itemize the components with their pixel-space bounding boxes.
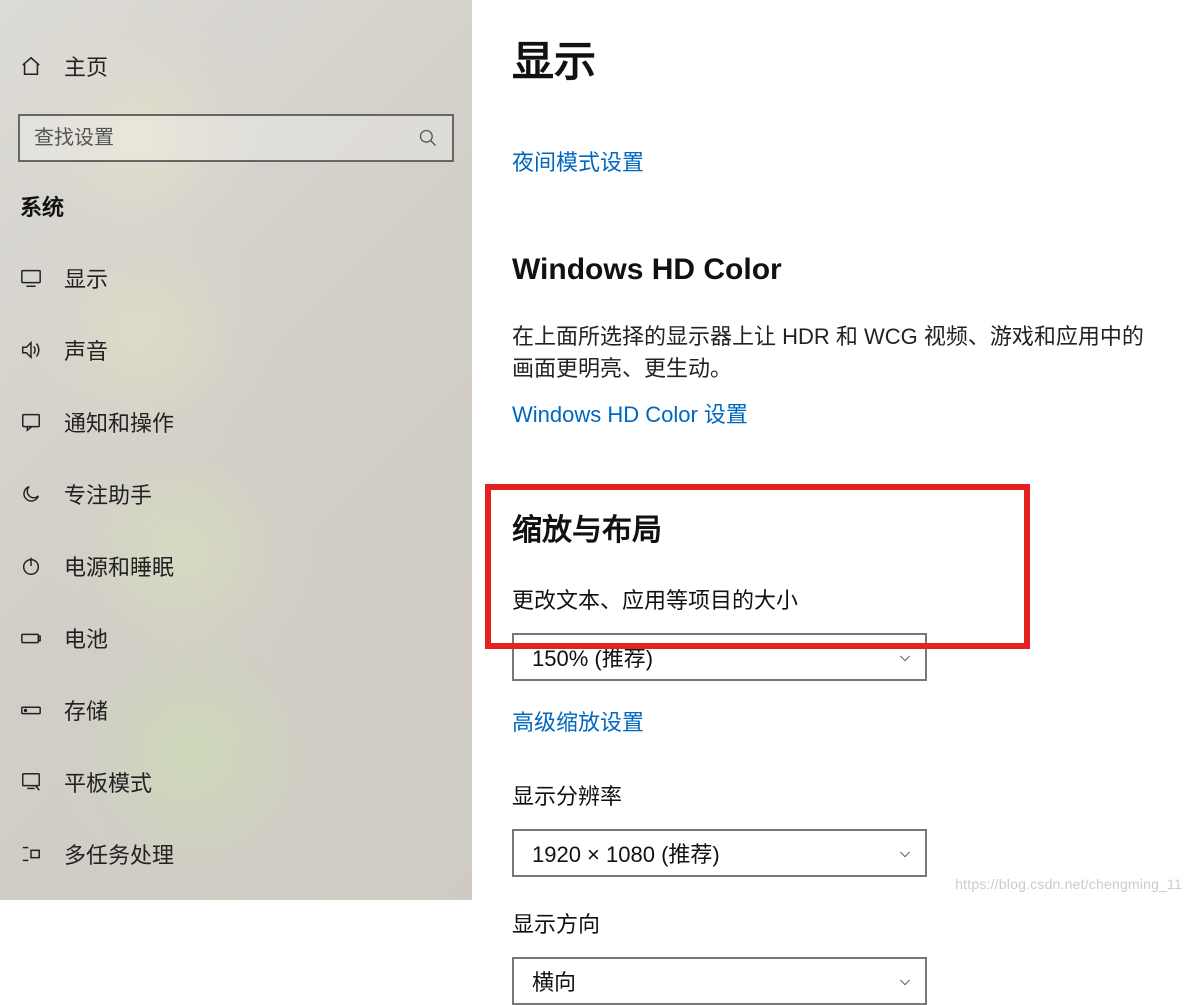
- sidebar-item-label: 声音: [64, 334, 108, 366]
- orientation-value: 横向: [532, 965, 576, 997]
- text-size-dropdown[interactable]: 150% (推荐): [512, 633, 927, 681]
- hd-color-heading: Windows HD Color: [512, 253, 1146, 287]
- search-input[interactable]: [34, 127, 418, 150]
- sidebar-item-notifications[interactable]: 通知和操作: [0, 386, 472, 458]
- page-title: 显示: [512, 28, 1146, 89]
- sidebar-item-power-sleep[interactable]: 电源和睡眠: [0, 530, 472, 602]
- sidebar-item-label: 电源和睡眠: [64, 550, 174, 582]
- section-title: 系统: [0, 186, 472, 242]
- tablet-icon: [20, 771, 42, 793]
- orientation-label: 显示方向: [512, 907, 1146, 939]
- sidebar-item-label: 通知和操作: [64, 406, 174, 438]
- home-nav[interactable]: 主页: [0, 48, 472, 84]
- sidebar-item-label: 存储: [64, 694, 108, 726]
- search-input-container[interactable]: [18, 114, 454, 162]
- sidebar-item-label: 多任务处理: [64, 838, 174, 870]
- main-content: 显示 夜间模式设置 Windows HD Color 在上面所选择的显示器上让 …: [472, 0, 1186, 900]
- resolution-value: 1920 × 1080 (推荐): [532, 837, 720, 869]
- chevron-down-icon: [897, 846, 911, 860]
- home-icon: [20, 55, 42, 77]
- sidebar-item-label: 显示: [64, 262, 108, 294]
- sidebar-item-battery[interactable]: 电池: [0, 602, 472, 674]
- search-icon: [418, 128, 438, 148]
- watermark: https://blog.csdn.net/chengming_11: [955, 876, 1182, 892]
- sidebar-item-storage[interactable]: 存储: [0, 674, 472, 746]
- hd-color-description: 在上面所选择的显示器上让 HDR 和 WCG 视频、游戏和应用中的画面更明亮、更…: [512, 321, 1146, 385]
- text-size-value: 150% (推荐): [532, 641, 653, 673]
- home-label: 主页: [64, 50, 108, 82]
- sidebar-item-label: 平板模式: [64, 766, 152, 798]
- storage-icon: [20, 699, 42, 721]
- monitor-icon: [20, 267, 42, 289]
- hd-color-link[interactable]: Windows HD Color 设置: [512, 397, 748, 429]
- sidebar-item-label: 专注助手: [64, 478, 152, 510]
- chevron-down-icon: [897, 650, 911, 664]
- message-icon: [20, 411, 42, 433]
- speaker-icon: [20, 339, 42, 361]
- sidebar-item-sound[interactable]: 声音: [0, 314, 472, 386]
- text-size-label: 更改文本、应用等项目的大小: [512, 583, 1146, 615]
- power-icon: [20, 555, 42, 577]
- multitask-icon: [20, 843, 42, 865]
- scale-layout-heading: 缩放与布局: [512, 505, 1146, 549]
- sidebar-item-label: 电池: [64, 622, 108, 654]
- night-mode-link[interactable]: 夜间模式设置: [512, 145, 644, 177]
- battery-icon: [20, 627, 42, 649]
- sidebar-item-display[interactable]: 显示: [0, 242, 472, 314]
- orientation-dropdown[interactable]: 横向: [512, 957, 927, 1005]
- resolution-label: 显示分辨率: [512, 779, 1146, 811]
- resolution-dropdown[interactable]: 1920 × 1080 (推荐): [512, 829, 927, 877]
- sidebar: 主页 系统 显示: [0, 0, 472, 900]
- advanced-scaling-link[interactable]: 高级缩放设置: [512, 705, 644, 737]
- sidebar-item-tablet-mode[interactable]: 平板模式: [0, 746, 472, 818]
- sidebar-item-multitasking[interactable]: 多任务处理: [0, 818, 472, 890]
- sidebar-item-focus-assist[interactable]: 专注助手: [0, 458, 472, 530]
- moon-icon: [20, 483, 42, 505]
- chevron-down-icon: [897, 974, 911, 988]
